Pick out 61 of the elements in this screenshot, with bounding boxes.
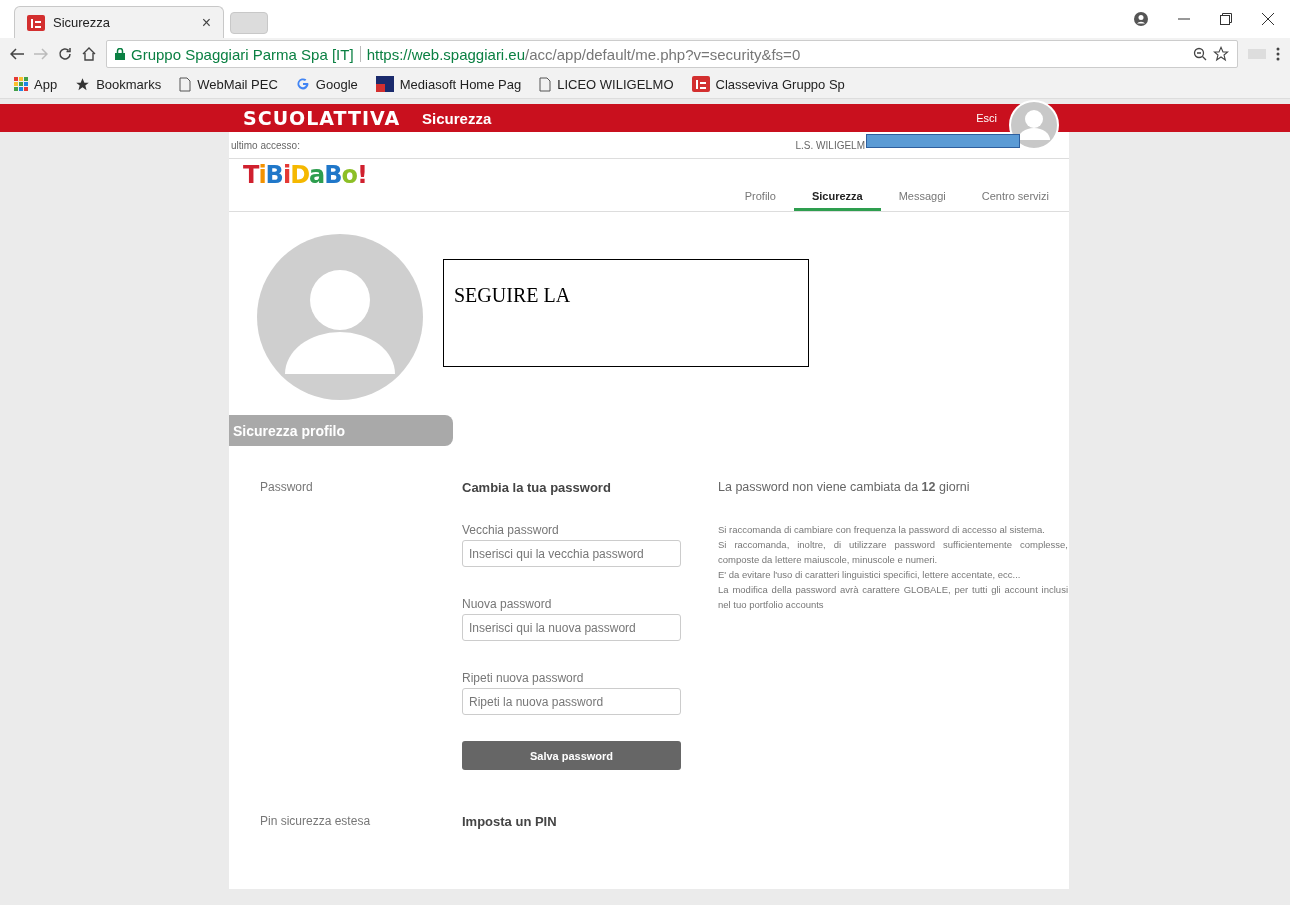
- page-icon: [179, 76, 192, 92]
- row-label: Password: [260, 480, 314, 496]
- lock-icon: [115, 48, 125, 60]
- tab-close-button[interactable]: ×: [201, 13, 211, 32]
- is-logo-icon: [27, 14, 45, 31]
- advice-text: E' da evitare l'uso di caratteri linguistici specifici, lettere accentate, ecc...: [718, 568, 1022, 582]
- field-label: Nuova password: [462, 597, 552, 611]
- field-label: Ripeti nuova password: [462, 671, 584, 685]
- url-host: https://web.spaggiari.eu: [366, 45, 526, 63]
- star-icon: [75, 76, 91, 92]
- school-name: L.S. WILIGELM: [795, 139, 865, 151]
- password-field[interactable]: Inserisci qui la nuova password: [462, 614, 681, 641]
- bookmark-link[interactable]: Bookmarks: [75, 76, 162, 92]
- google-g-icon: [295, 77, 310, 91]
- back-arrow-icon[interactable]: [10, 48, 24, 60]
- password-age-text: La password non viene cambiata da 12 giorni: [718, 480, 971, 494]
- menu-icon[interactable]: [1276, 47, 1280, 61]
- nav-tab[interactable]: Profilo: [726, 190, 794, 211]
- site-identity: Gruppo Spaggiari Parma Spa [IT]: [131, 45, 354, 63]
- nav-tab[interactable]: Sicurezza: [793, 190, 881, 211]
- zoom-icon[interactable]: [1193, 47, 1207, 61]
- restore-icon[interactable]: [1220, 13, 1232, 25]
- advice-text: Si raccomanda di cambiare con frequenza la password di accesso al sistema.: [718, 523, 1046, 537]
- password-field[interactable]: Inserisci qui la vecchia password: [462, 540, 681, 567]
- advice-text: La modifica della password avrà carattere GLOBALE, per tutti gli account inclusi nel tuo portfolio accounts: [718, 583, 1068, 612]
- bookmark-link[interactable]: Classeviva Gruppo Sp: [691, 76, 845, 92]
- bookmark-link[interactable]: LICEO WILIGELMO: [539, 76, 674, 92]
- last-access-label: ultimo accesso:: [231, 139, 300, 151]
- url-path: /acc/app/default/me.php?v=security&fs=0: [525, 45, 801, 63]
- bookmark-link[interactable]: Mediasoft Home Pag: [375, 76, 522, 92]
- mediasoft-icon: [375, 76, 394, 92]
- logout-link[interactable]: Esci: [976, 112, 997, 124]
- nav-tab[interactable]: Centro servizi: [963, 190, 1067, 211]
- advice-text: Si raccomanda, inoltre, di utilizzare password sufficientemente complesse, composte da lettere maiuscole, minuscole e numeri.: [718, 538, 1068, 567]
- save-password-button[interactable]: Salva password: [462, 741, 681, 770]
- form-title: Cambia la tua password: [462, 480, 611, 495]
- profile-icon[interactable]: [1134, 12, 1148, 26]
- home-icon[interactable]: [82, 47, 96, 61]
- is-logo-icon: [691, 76, 710, 92]
- nav-tab[interactable]: Messaggi: [880, 190, 964, 211]
- browser-tab[interactable]: Sicurezza ×: [14, 6, 224, 38]
- page-icon: [539, 76, 552, 92]
- annotation-text: SEGUIRE LA: [443, 259, 809, 367]
- password-field[interactable]: Ripeti la nuova password: [462, 688, 681, 715]
- section-header: Sicurezza profilo: [229, 415, 453, 446]
- bookmark-link[interactable]: App: [14, 76, 58, 92]
- brand-logo: SCUOLATTIVA: [243, 107, 401, 129]
- bookmark-link[interactable]: Google: [295, 76, 358, 92]
- profile-avatar-icon: [257, 234, 423, 400]
- pin-link[interactable]: Imposta un PIN: [462, 814, 557, 829]
- row-label: Pin sicurezza estesa: [260, 814, 372, 829]
- tibidabo-logo: TiBiDaBo!: [243, 161, 367, 189]
- bookmark-link[interactable]: WebMail PEC: [179, 76, 278, 92]
- tab-title: Sicurezza: [53, 15, 112, 30]
- close-icon[interactable]: [1262, 13, 1274, 25]
- apps-grid-icon: [14, 77, 28, 91]
- page-title: Sicurezza: [422, 109, 492, 127]
- reload-icon[interactable]: [58, 47, 72, 61]
- field-label: Vecchia password: [462, 523, 559, 537]
- address-bar[interactable]: Gruppo Spaggiari Parma Spa [IT] https://web.spaggiari.eu/acc/app/default/me.php?v=security&fs=0: [106, 40, 1238, 68]
- star-icon[interactable]: [1213, 46, 1229, 62]
